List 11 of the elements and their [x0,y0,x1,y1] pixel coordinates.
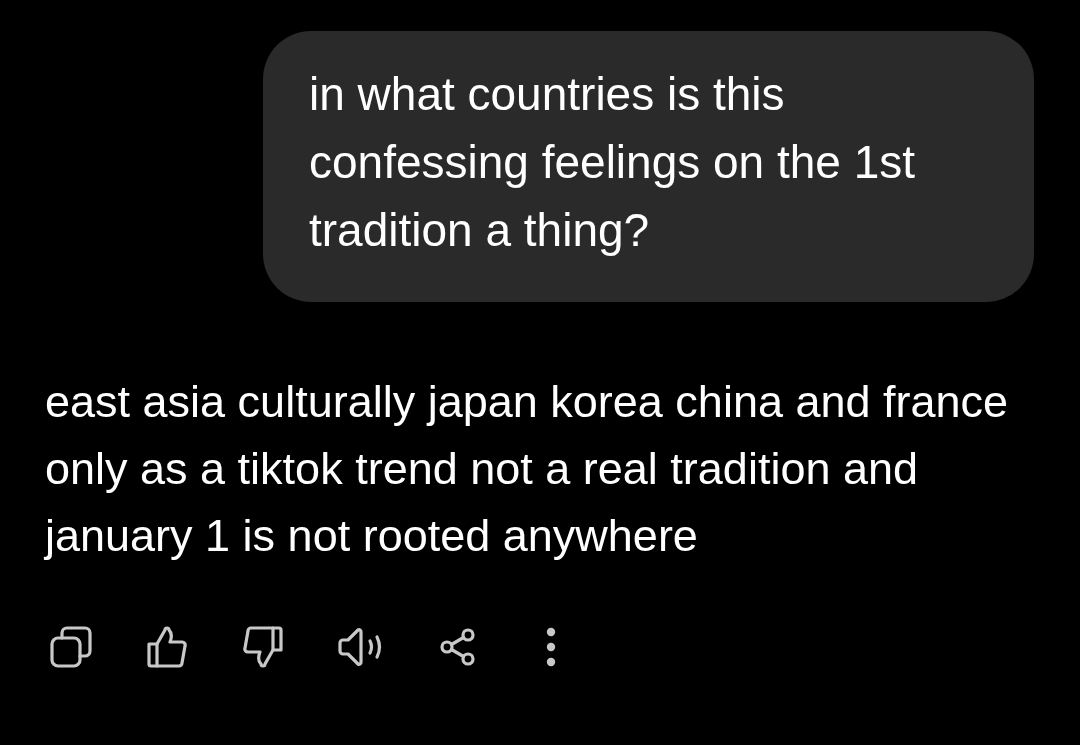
copy-icon [50,626,92,668]
thumbs-up-icon [147,626,187,668]
more-options-icon [546,627,556,667]
user-message-text: in what countries is this confessing feelings on the 1st tradition a thing? [309,67,917,258]
thumbs-up-button[interactable] [146,626,188,668]
share-button[interactable] [440,626,476,668]
thumbs-down-icon [243,626,283,668]
copy-button[interactable] [50,626,92,668]
thumbs-down-button[interactable] [242,626,284,668]
response-text: east asia culturally japan korea china and france only as a tiktok trend not a real tradition and january 1 is not rooted anywhere [45,375,1010,563]
share-icon [440,628,476,666]
